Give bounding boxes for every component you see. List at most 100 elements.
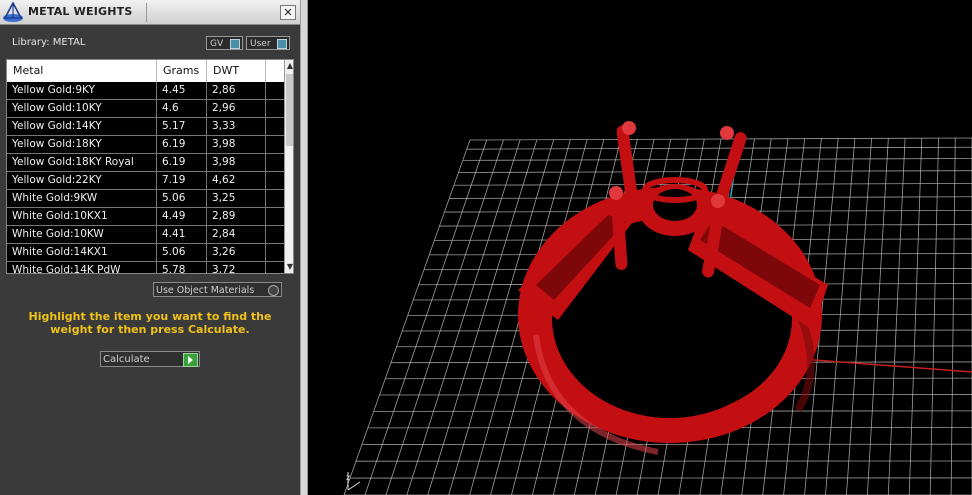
grid-line xyxy=(887,138,906,495)
cell-metal: Yellow Gold:10KY xyxy=(7,100,157,117)
row-filler xyxy=(266,208,284,225)
cell-metal: Yellow Gold:18KY xyxy=(7,136,157,153)
cell-grams: 5.78 xyxy=(157,262,207,273)
cell-dwt: 3,25 xyxy=(207,190,266,207)
calculate-label: Calculate xyxy=(103,354,150,365)
scroll-down-icon[interactable]: ▼ xyxy=(285,261,293,273)
grid-line xyxy=(950,138,956,495)
table-row[interactable]: White Gold:10KW 4.41 2,84 xyxy=(7,226,284,244)
column-header-grams[interactable]: Grams xyxy=(157,60,207,82)
cell-metal: White Gold:10KW xyxy=(7,226,157,243)
cell-grams: 5.17 xyxy=(157,118,207,135)
close-icon[interactable]: ✕ xyxy=(280,5,296,20)
cell-dwt: 2,96 xyxy=(207,100,266,117)
gv-toggle-knob-icon xyxy=(230,39,240,49)
row-filler xyxy=(266,100,284,117)
use-object-materials-label: Use Object Materials xyxy=(156,285,255,296)
cell-dwt: 3,98 xyxy=(207,154,266,171)
play-icon xyxy=(183,353,198,367)
cell-metal: Yellow Gold:14KY xyxy=(7,118,157,135)
viewport-canvas: z xyxy=(343,121,972,495)
cell-grams: 4.41 xyxy=(157,226,207,243)
cell-grams: 4.6 xyxy=(157,100,207,117)
use-object-materials-toggle[interactable]: Use Object Materials xyxy=(153,282,282,297)
grid-line xyxy=(343,139,471,495)
table-row[interactable]: White Gold:10KX1 4.49 2,89 xyxy=(7,208,284,226)
metal-table: Metal Grams DWT Yellow Gold:9KY 4.45 2,86 Y… xyxy=(6,59,294,274)
cell-metal: Yellow Gold:9KY xyxy=(7,82,157,99)
column-header-dwt[interactable]: DWT xyxy=(207,60,266,82)
column-header-metal[interactable]: Metal xyxy=(7,60,157,82)
user-toggle-knob-icon xyxy=(277,39,287,49)
table-row[interactable]: White Gold:9KW 5.06 3,25 xyxy=(7,190,284,208)
table-row[interactable]: Yellow Gold:9KY 4.45 2,86 xyxy=(7,82,284,100)
cell-dwt: 4,62 xyxy=(207,172,266,189)
table-row[interactable]: Yellow Gold:10KY 4.6 2,96 xyxy=(7,100,284,118)
table-row[interactable]: Yellow Gold:18KY Royal 6.19 3,98 xyxy=(7,154,284,172)
table-row[interactable]: Yellow Gold:22KY 7.19 4,62 xyxy=(7,172,284,190)
table-body: Yellow Gold:9KY 4.45 2,86 Yellow Gold:10KY 4… xyxy=(7,82,284,273)
table-row[interactable]: Yellow Gold:18KY 6.19 3,98 xyxy=(7,136,284,154)
cell-dwt: 3,26 xyxy=(207,244,266,261)
scroll-up-icon[interactable]: ▲ xyxy=(285,60,293,72)
grid-line xyxy=(406,139,521,495)
cell-metal: White Gold:9KW xyxy=(7,190,157,207)
row-filler xyxy=(266,136,284,153)
row-filler xyxy=(266,226,284,243)
cell-grams: 5.06 xyxy=(157,244,207,261)
scroll-thumb[interactable] xyxy=(286,74,293,146)
row-filler xyxy=(266,190,284,207)
instruction-text: Highlight the item you want to find the … xyxy=(28,310,272,336)
panel-titlebar: METAL WEIGHTS ✕ xyxy=(0,0,300,25)
cell-metal: White Gold:14K PdW xyxy=(7,262,157,273)
table-row[interactable]: White Gold:14KX1 5.06 3,26 xyxy=(7,244,284,262)
cell-metal: Yellow Gold:18KY Royal xyxy=(7,154,157,171)
cell-grams: 4.49 xyxy=(157,208,207,225)
radio-icon xyxy=(268,285,279,296)
cell-dwt: 3,72 xyxy=(207,262,266,273)
row-filler xyxy=(266,154,284,171)
cell-metal: Yellow Gold:22KY xyxy=(7,172,157,189)
title-separator xyxy=(146,3,147,22)
cell-grams: 4.45 xyxy=(157,82,207,99)
app-logo-icon xyxy=(3,1,23,22)
row-filler xyxy=(266,82,284,99)
cell-metal: White Gold:14KX1 xyxy=(7,244,157,261)
row-filler xyxy=(266,244,284,261)
calculate-button[interactable]: Calculate xyxy=(100,351,200,367)
table-row[interactable]: White Gold:14K PdW 5.78 3,72 xyxy=(7,262,284,273)
cell-grams: 5.06 xyxy=(157,190,207,207)
cell-grams: 7.19 xyxy=(157,172,207,189)
table-row[interactable]: Yellow Gold:14KY 5.17 3,33 xyxy=(7,118,284,136)
user-toggle-label: User xyxy=(250,39,271,49)
ring-model[interactable] xyxy=(518,121,828,455)
table-header: Metal Grams DWT xyxy=(7,60,284,83)
cell-grams: 6.19 xyxy=(157,154,207,171)
axis-triad-icon: z xyxy=(346,472,361,491)
svg-text:z: z xyxy=(346,473,350,482)
3d-viewport[interactable]: z xyxy=(308,0,972,495)
grid-line xyxy=(364,139,488,495)
row-filler xyxy=(266,262,284,273)
grid-line xyxy=(929,138,939,495)
cell-metal: White Gold:10KX1 xyxy=(7,208,157,225)
library-label: Library: METAL xyxy=(12,37,86,48)
cell-dwt: 3,33 xyxy=(207,118,266,135)
cell-dwt: 2,86 xyxy=(207,82,266,99)
cell-grams: 6.19 xyxy=(157,136,207,153)
table-scrollbar[interactable]: ▲ ▼ xyxy=(284,60,293,273)
panel-title: METAL WEIGHTS xyxy=(28,5,133,18)
cell-dwt: 3,98 xyxy=(207,136,266,153)
user-toggle[interactable]: User xyxy=(246,36,290,50)
grid-line xyxy=(385,139,504,495)
row-filler xyxy=(266,118,284,135)
gv-toggle-label: GV xyxy=(210,39,224,49)
row-filler xyxy=(266,172,284,189)
gv-toggle[interactable]: GV xyxy=(206,36,243,50)
metal-weights-panel: METAL WEIGHTS ✕ Library: METAL GV User M… xyxy=(0,0,300,495)
grid-line xyxy=(866,138,889,495)
grid-line xyxy=(908,138,923,495)
cell-dwt: 2,84 xyxy=(207,226,266,243)
cell-dwt: 2,89 xyxy=(207,208,266,225)
panel-splitter[interactable] xyxy=(300,0,308,495)
